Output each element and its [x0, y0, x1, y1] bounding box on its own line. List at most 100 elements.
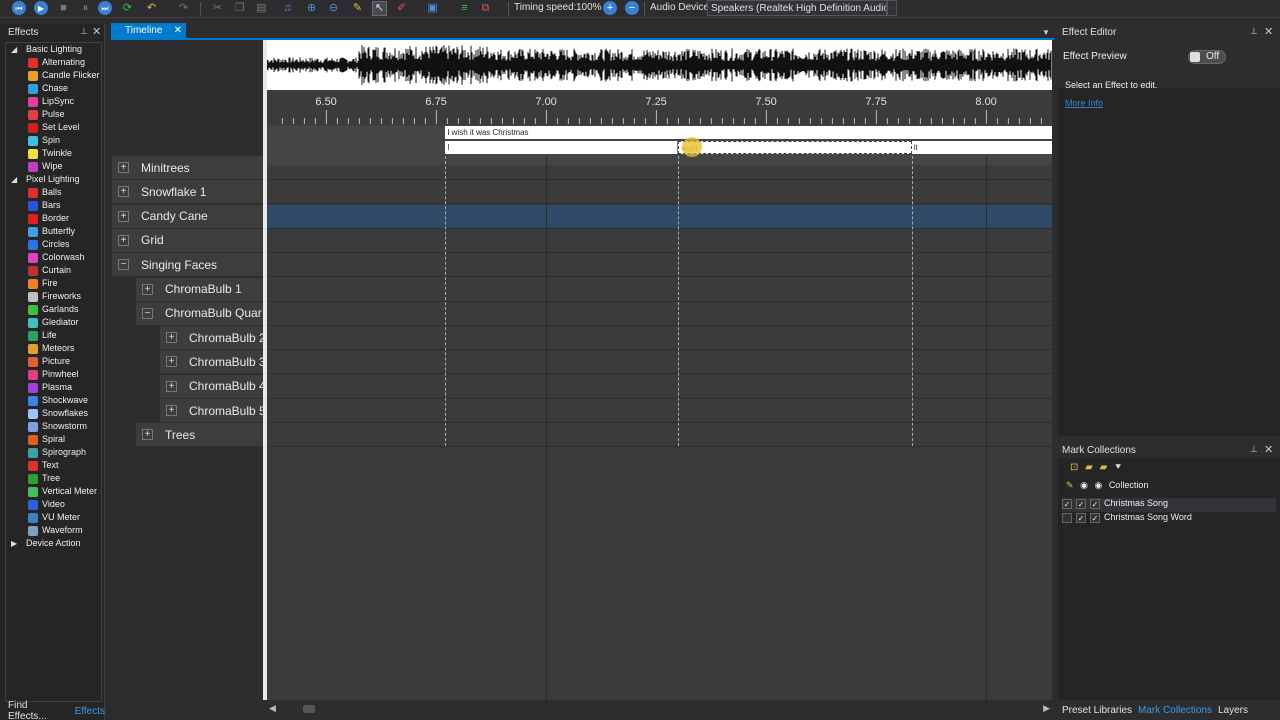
play-icon[interactable]: ▶ — [34, 1, 48, 15]
effect-item[interactable]: Curtain — [6, 264, 101, 277]
timeline-row-header[interactable]: + Trees — [136, 423, 264, 448]
more-info-link[interactable]: More Info — [1065, 98, 1103, 108]
tab-layers[interactable]: Layers — [1218, 705, 1248, 716]
effect-item[interactable]: Set Level — [6, 121, 101, 134]
audio-device-dropdown-icon[interactable] — [887, 0, 897, 16]
undo-icon[interactable]: ↶ — [144, 1, 159, 16]
pin-icon[interactable]: ⊥ — [80, 26, 88, 37]
timeline-row[interactable] — [267, 399, 1052, 423]
effect-item[interactable]: Shockwave — [6, 394, 101, 407]
collapsed-arrow-icon[interactable]: ▶ — [11, 537, 17, 550]
tab-timeline[interactable]: Timeline ✕ — [111, 23, 186, 39]
timeline-row[interactable] — [267, 350, 1052, 375]
effect-item[interactable]: Balls — [6, 186, 101, 199]
timeline-row[interactable] — [267, 253, 1052, 278]
timeline-row-header[interactable]: + Grid — [112, 228, 264, 253]
scroll-thumb[interactable] — [303, 705, 315, 713]
expand-icon[interactable]: + — [166, 356, 177, 368]
effect-item[interactable]: Candle Flicker — [6, 69, 101, 82]
effect-item[interactable]: LipSync — [6, 95, 101, 108]
effect-category[interactable]: ◢ Pixel Lighting — [6, 173, 101, 186]
effect-item[interactable]: Butterfly — [6, 225, 101, 238]
expanded-arrow-icon[interactable]: ◢ — [11, 43, 17, 56]
grid-snap-icon[interactable]: ▣ — [425, 1, 440, 16]
expand-icon[interactable]: + — [118, 210, 129, 222]
effect-item[interactable]: Pinwheel — [6, 368, 101, 381]
cut-icon[interactable]: ✂ — [210, 1, 225, 16]
audio-device-select[interactable]: Speakers (Realtek High Definition Audio) — [707, 0, 887, 16]
timeline-row[interactable] — [267, 180, 1052, 205]
pin-icon[interactable]: ⊥ — [1250, 26, 1258, 37]
select-cursor-icon[interactable]: ↖ — [372, 1, 387, 16]
mark-collection-item[interactable]: ✓ ✓ Christmas Song Word — [1062, 512, 1276, 526]
timeline-row-header[interactable]: + Minitrees — [112, 156, 264, 180]
zoom-in-icon[interactable]: ⊕ — [304, 1, 319, 16]
timeline-horizontal-scrollbar[interactable]: ◀ ▶ — [267, 702, 1052, 716]
effect-category[interactable]: ▶ Device Action — [6, 537, 101, 550]
effect-preview-toggle[interactable]: Off — [1188, 50, 1226, 64]
effect-item[interactable]: Colorwash — [6, 251, 101, 264]
mark-word[interactable]: wish — [678, 141, 912, 154]
copy-icon[interactable]: ❐ — [232, 1, 247, 16]
timeline-row[interactable] — [267, 423, 1052, 448]
timeline-row[interactable] — [267, 278, 1052, 302]
scroll-left-icon[interactable]: ◀ — [269, 703, 276, 714]
tab-preset-libraries[interactable]: Preset Libraries — [1062, 705, 1132, 716]
mark-word[interactable]: I — [445, 141, 679, 154]
expand-icon[interactable]: + — [166, 332, 177, 344]
effect-item[interactable]: VU Meter — [6, 511, 101, 524]
mark-phrase[interactable]: I wish it was Christmas — [445, 126, 1052, 139]
effect-item[interactable]: Garlands — [6, 303, 101, 316]
effect-item[interactable]: Vertical Meter — [6, 485, 101, 498]
effect-item[interactable]: Chase — [6, 82, 101, 95]
effect-item[interactable]: Pulse — [6, 108, 101, 121]
eraser-icon[interactable]: ✐ — [394, 1, 409, 16]
effect-item[interactable]: Glediator — [6, 316, 101, 329]
pin-icon[interactable]: ⊥ — [1250, 444, 1258, 455]
effect-item[interactable]: Meteors — [6, 342, 101, 355]
mark-collection-item[interactable]: ✓ ✓ ✓ Christmas Song — [1062, 498, 1276, 512]
collapse-icon[interactable]: − — [142, 307, 153, 319]
music-note-icon[interactable]: ♫ — [280, 1, 295, 16]
timeline-grid[interactable]: 6.506.757.007.257.507.758.008.258.508.75… — [267, 40, 1052, 700]
collapse-icon[interactable]: − — [118, 259, 129, 271]
effect-item[interactable]: Circles — [6, 238, 101, 251]
document-list-dropdown-icon[interactable]: ▼ — [1042, 28, 1050, 37]
close-icon[interactable]: ✕ — [92, 25, 101, 38]
expanded-arrow-icon[interactable]: ◢ — [11, 173, 17, 186]
locked-checkbox[interactable]: ✓ — [1090, 498, 1100, 509]
effect-item[interactable]: Snowflakes — [6, 407, 101, 420]
effect-item[interactable]: Border — [6, 212, 101, 225]
tab-mark-collections[interactable]: Mark Collections — [1138, 705, 1212, 716]
tab-close-icon[interactable]: ✕ — [174, 25, 182, 36]
open-folder-icon[interactable]: ▰ — [1085, 462, 1093, 473]
timeline-row-header[interactable]: + Candy Cane — [112, 204, 264, 229]
draw-pencil-icon[interactable]: ✎ — [350, 1, 365, 16]
timeline-row[interactable] — [267, 204, 1052, 229]
close-icon[interactable]: ✕ — [1264, 25, 1273, 38]
effect-item[interactable]: Text — [6, 459, 101, 472]
enabled-checkbox[interactable]: ✓ — [1076, 512, 1086, 523]
effect-category[interactable]: ◢ Basic Lighting — [6, 43, 101, 56]
effect-item[interactable]: Twinkle — [6, 147, 101, 160]
effect-item[interactable]: Video — [6, 498, 101, 511]
pause-icon[interactable]: ⏸ — [78, 1, 93, 16]
expand-icon[interactable]: + — [142, 283, 153, 295]
timeline-row[interactable] — [267, 229, 1052, 253]
expand-icon[interactable]: + — [142, 429, 153, 441]
redo-icon[interactable]: ↷ — [176, 1, 191, 16]
effect-item[interactable]: Bars — [6, 199, 101, 212]
timeline-row-header[interactable]: − Singing Faces — [112, 253, 264, 278]
end-icon[interactable]: ⏭ — [98, 1, 112, 15]
speed-up-icon[interactable]: + — [603, 1, 617, 15]
mark-word[interactable]: it — [911, 141, 1052, 154]
effect-item[interactable]: Spin — [6, 134, 101, 147]
timeline-row[interactable] — [267, 156, 1052, 180]
zoom-out-icon[interactable]: ⊖ — [326, 1, 341, 16]
speed-down-icon[interactable]: − — [625, 1, 639, 15]
effect-item[interactable]: Alternating — [6, 56, 101, 69]
effect-item[interactable]: Fireworks — [6, 290, 101, 303]
effect-item[interactable]: Tree — [6, 472, 101, 485]
timeline-row-header[interactable]: − ChromaBulb Quar — [136, 301, 264, 326]
stop-icon[interactable]: ■ — [56, 1, 71, 16]
